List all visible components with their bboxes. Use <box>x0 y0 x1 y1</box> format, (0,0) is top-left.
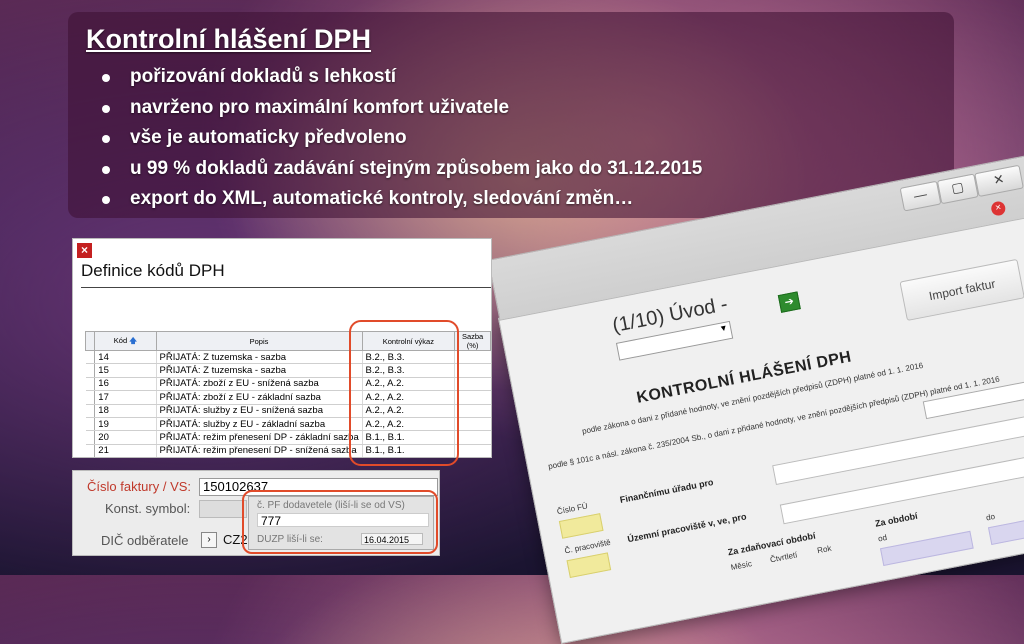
cislo-fu-field[interactable] <box>558 513 604 539</box>
feature-bullet: u 99 % dokladů zadávání stejným způsobem… <box>100 154 702 185</box>
maximize-icon: ▢ <box>950 178 965 196</box>
minimize-icon: — <box>912 186 929 204</box>
konst-symbol-input[interactable] <box>199 500 247 518</box>
cislo-fu-label: Číslo FÚ <box>556 501 589 517</box>
obdobi-od-field[interactable] <box>879 530 974 567</box>
za-zdanovaci-obdobi-label: Za zdaňovací období <box>727 530 817 558</box>
slide-title: Kontrolní hlášení DPH <box>86 24 372 54</box>
cislo-faktury-label: Číslo faktury / VS: <box>87 479 192 494</box>
import-faktur-button[interactable]: Import faktur <box>899 258 1024 321</box>
feature-bullet: vše je automaticky předvoleno <box>100 123 702 154</box>
c-pracoviste-field[interactable] <box>566 552 612 579</box>
sort-ascending-icon: 🡅 <box>129 335 137 345</box>
konst-symbol-label: Konst. symbol: <box>105 501 191 516</box>
next-step-button[interactable]: ➔ <box>777 291 801 313</box>
feature-bullet: navrženo pro maximální komfort uživatele <box>100 93 702 124</box>
kontrolni-vykaz-highlight <box>349 320 459 466</box>
column-header-marker <box>84 331 96 351</box>
column-header-sazba[interactable]: Sazba (%) <box>454 331 491 351</box>
uzemni-pracoviste-label: Územní pracoviště v, ve, pro <box>626 511 748 545</box>
od-label: od <box>877 532 888 544</box>
column-header-kod[interactable]: Kód 🡅 <box>94 331 157 351</box>
definice-title: Definice kódů DPH <box>81 261 225 280</box>
title-divider <box>81 287 491 288</box>
rok-label: Rok <box>816 543 833 556</box>
feature-bullet: pořizování dokladů s lehkostí <box>100 62 702 93</box>
close-icon[interactable]: × <box>77 243 92 258</box>
dic-odberatele-label: DIČ odběratele <box>101 533 189 548</box>
feature-list: pořizování dokladů s lehkostí navrženo p… <box>100 62 702 215</box>
za-obdobi-label: Za období <box>874 510 919 529</box>
financnimu-uradu-label: Finančnímu úřadu pro <box>619 477 715 505</box>
dic-lookup-button[interactable]: › <box>201 532 217 548</box>
mesic-label: Měsíc <box>730 559 753 573</box>
do-label: do <box>985 511 996 523</box>
ctvrtleti-label: Čtvrtletí <box>769 550 799 565</box>
pf-dodavatele-highlight <box>242 490 438 554</box>
feature-bullet: export do XML, automatické kontroly, sle… <box>100 184 702 215</box>
kh-window: — ▢ ✕ × (1/10) Úvod - ▾ ➔ Import faktur … <box>487 137 1024 644</box>
chevron-down-icon: ▾ <box>720 322 728 335</box>
column-header-popis[interactable]: Popis <box>155 331 363 351</box>
